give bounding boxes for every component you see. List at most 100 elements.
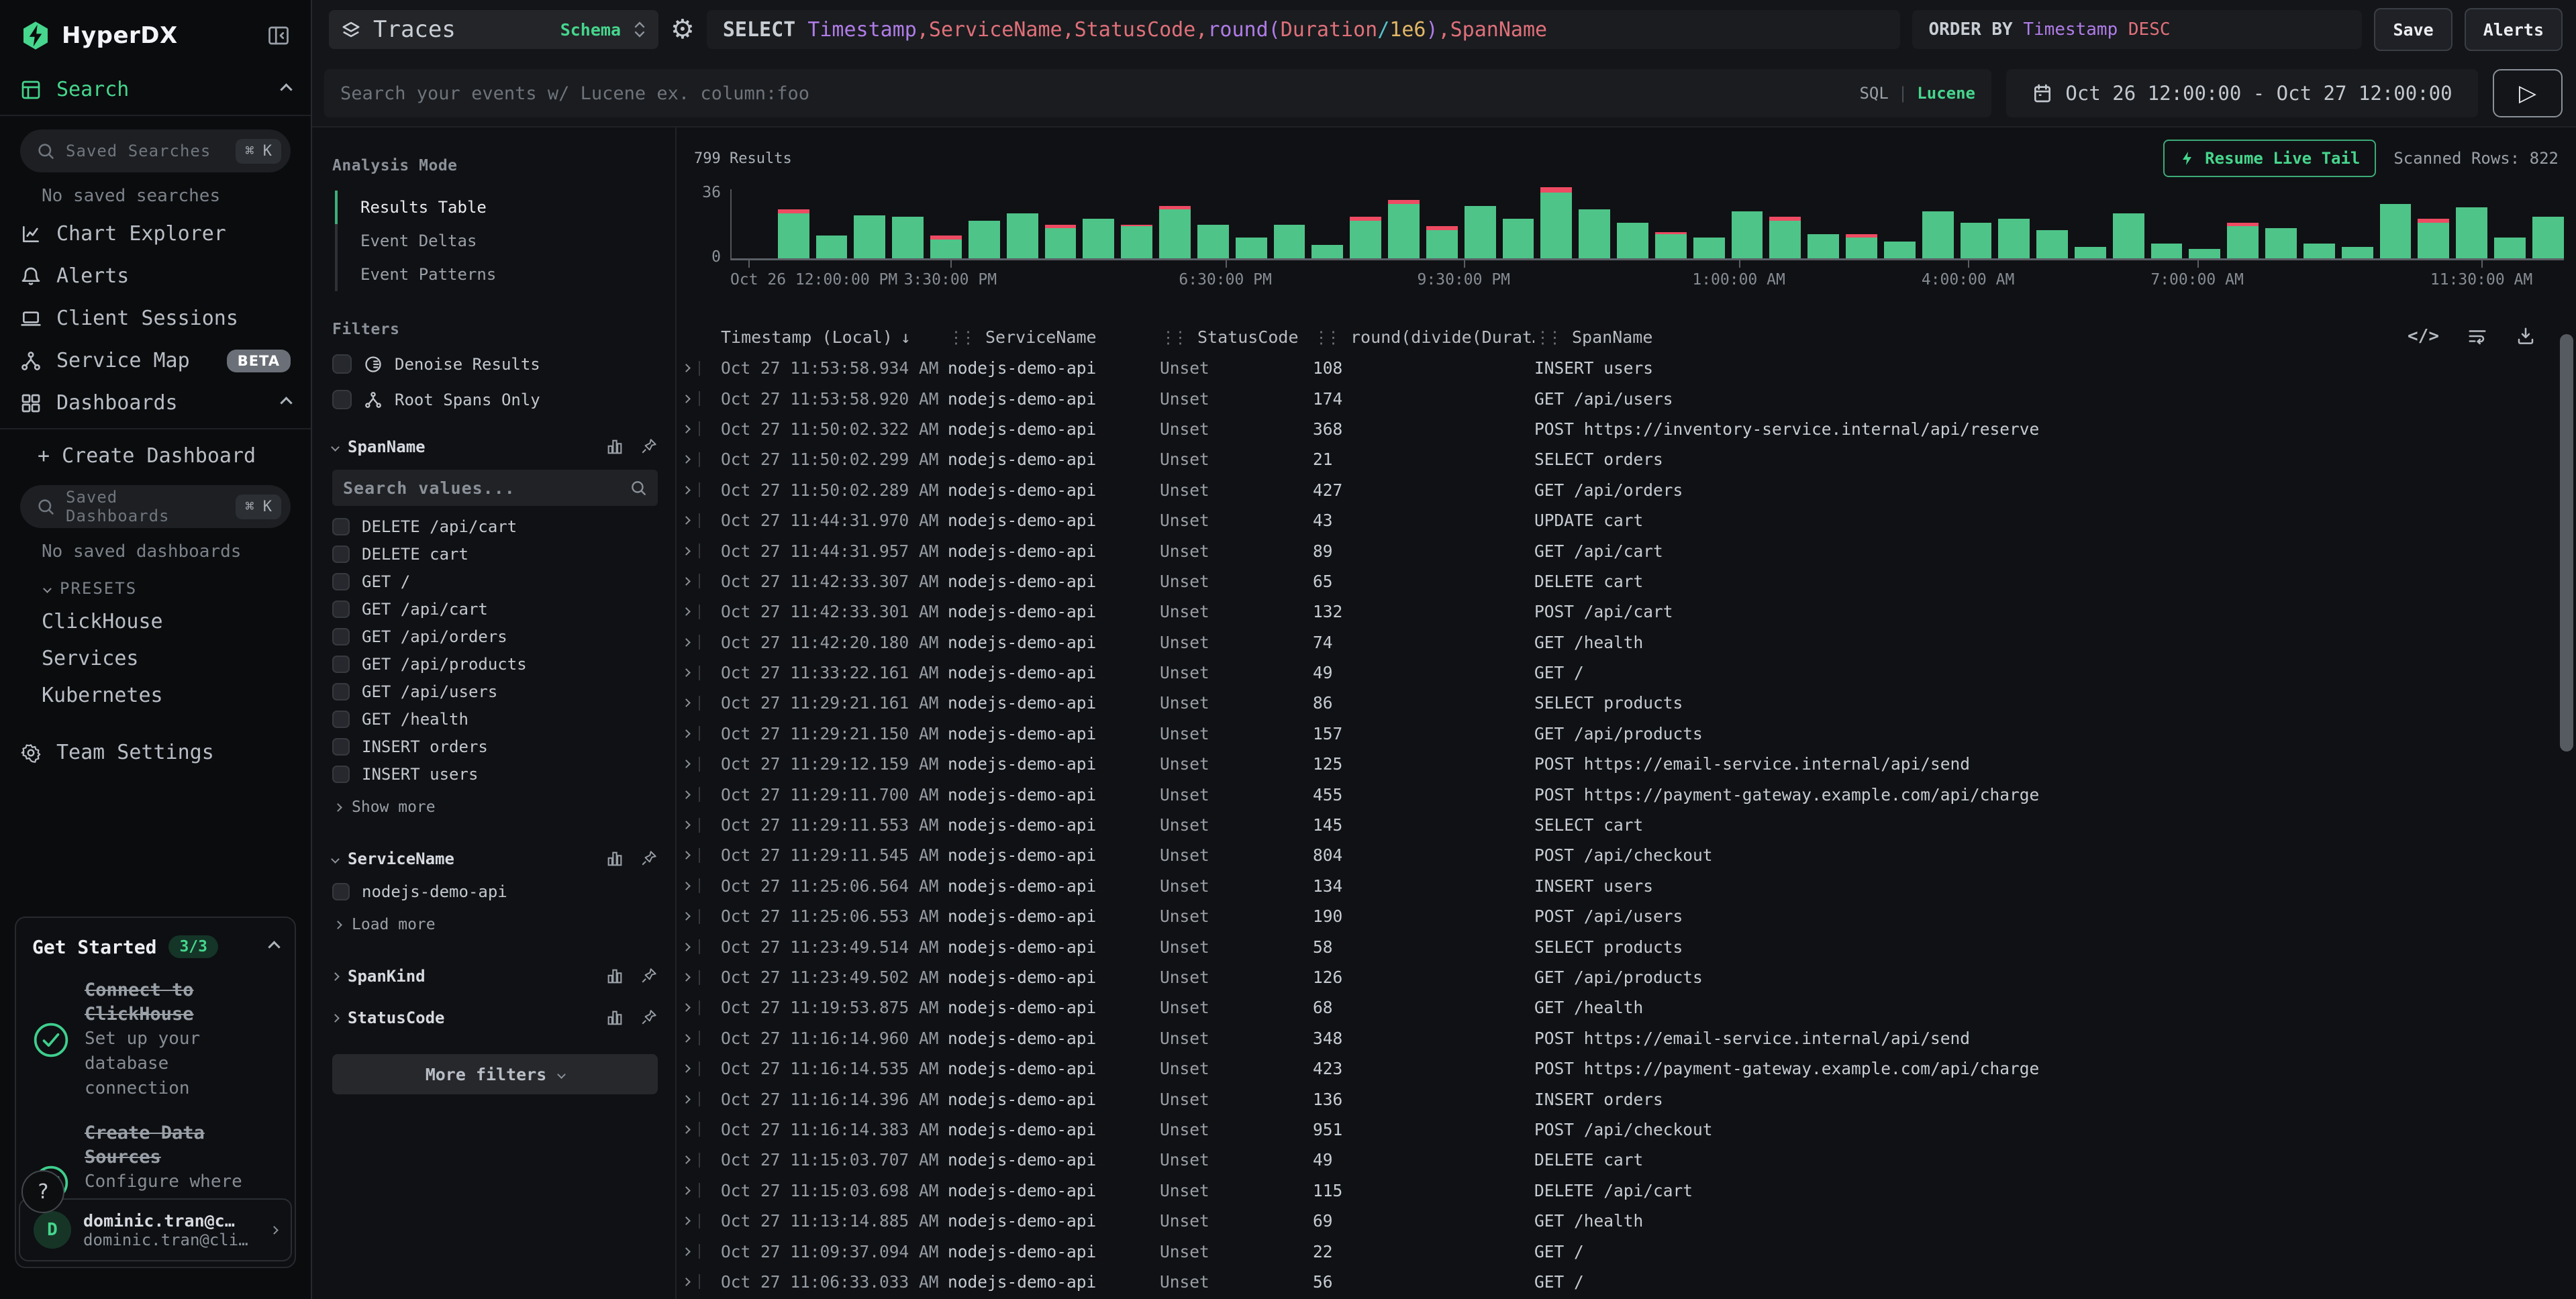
code-view-icon[interactable]: </>	[2408, 326, 2439, 346]
histogram-bar[interactable]	[2036, 230, 2068, 258]
pin-icon[interactable]	[640, 1008, 658, 1026]
histogram-bar[interactable]	[2494, 238, 2526, 258]
table-row[interactable]: Oct 27 11:42:33.301 AM nodejs-demo-api U…	[677, 596, 2576, 627]
histogram-bar[interactable]	[816, 236, 848, 258]
pin-icon[interactable]	[640, 849, 658, 867]
histogram-bar[interactable]	[1769, 217, 1801, 258]
histogram-bar[interactable]	[2151, 244, 2183, 258]
checkbox[interactable]	[332, 354, 352, 374]
table-row[interactable]: Oct 27 11:15:03.698 AM nodejs-demo-api U…	[677, 1176, 2576, 1206]
order-by-input[interactable]: ORDER BY Timestamp DESC	[1912, 10, 2362, 49]
saved-dashboards-input[interactable]: Saved Dashboards ⌘ K	[20, 485, 291, 528]
chevron-up-icon[interactable]	[280, 83, 292, 95]
checkbox[interactable]	[332, 545, 350, 563]
expand-row-icon[interactable]	[682, 729, 691, 738]
sidebar-item-team-settings[interactable]: Team Settings	[0, 731, 311, 774]
histogram-bar[interactable]	[1426, 226, 1458, 258]
expand-row-icon[interactable]	[682, 851, 691, 860]
expand-row-icon[interactable]	[682, 912, 691, 921]
wrap-text-icon[interactable]	[2467, 326, 2487, 346]
histogram-bar[interactable]	[2189, 249, 2220, 258]
user-profile[interactable]: D dominic.tran@c… dominic.tran@cli…	[19, 1198, 292, 1261]
table-row[interactable]: Oct 27 11:06:33.033 AM nodejs-demo-api U…	[677, 1267, 2576, 1297]
preset-clickhouse[interactable]: ClickHouse	[0, 603, 311, 640]
filter-group-servicename[interactable]: ServiceName	[332, 849, 658, 868]
histogram-bar[interactable]	[1655, 232, 1687, 258]
table-row[interactable]: Oct 27 11:15:03.707 AM nodejs-demo-api U…	[677, 1145, 2576, 1175]
filter-group-spanname[interactable]: SpanName	[332, 437, 658, 456]
table-row[interactable]: Oct 27 11:29:11.553 AM nodejs-demo-api U…	[677, 810, 2576, 840]
checkbox[interactable]	[332, 656, 350, 673]
filter-value-row[interactable]: INSERT orders	[332, 733, 658, 760]
table-row[interactable]: Oct 27 11:42:20.180 AM nodejs-demo-api U…	[677, 627, 2576, 658]
expand-row-icon[interactable]	[682, 455, 691, 464]
filter-value-row[interactable]: nodejs-demo-api	[332, 878, 658, 905]
source-settings-gear-icon[interactable]: ⚙	[671, 16, 695, 43]
table-row[interactable]: Oct 27 11:13:14.885 AM nodejs-demo-api U…	[677, 1206, 2576, 1236]
load-more-link[interactable]: Load more	[335, 911, 658, 939]
expand-row-icon[interactable]	[682, 486, 691, 495]
table-row[interactable]: Oct 27 11:23:49.502 AM nodejs-demo-api U…	[677, 962, 2576, 992]
drag-handle-icon[interactable]: ⋮⋮	[948, 327, 972, 347]
column-servicename[interactable]: ⋮⋮ServiceName	[948, 327, 1160, 347]
run-query-button[interactable]: ▷	[2493, 69, 2563, 117]
bar-chart-icon[interactable]	[605, 1008, 624, 1027]
filter-value-row[interactable]: INSERT users	[332, 760, 658, 788]
expand-row-icon[interactable]	[682, 699, 691, 708]
histogram-bar[interactable]	[1121, 225, 1152, 258]
table-row[interactable]: Oct 27 11:44:31.957 AM nodejs-demo-api U…	[677, 535, 2576, 566]
presets-header[interactable]: PRESETS	[0, 568, 311, 603]
analysis-mode-results-table[interactable]: Results Table	[335, 191, 658, 224]
histogram-bar[interactable]	[2227, 223, 2259, 258]
filter-value-row[interactable]: DELETE /api/cart	[332, 513, 658, 540]
chevron-up-icon[interactable]	[268, 941, 280, 953]
expand-row-icon[interactable]	[682, 547, 691, 556]
expand-row-icon[interactable]	[682, 821, 691, 829]
search-input[interactable]	[340, 83, 1846, 104]
table-row[interactable]: Oct 27 11:50:02.322 AM nodejs-demo-api U…	[677, 414, 2576, 444]
table-row[interactable]: Oct 27 11:16:14.383 AM nodejs-demo-api U…	[677, 1114, 2576, 1145]
pin-icon[interactable]	[640, 437, 658, 455]
checkbox[interactable]	[332, 883, 350, 900]
table-row[interactable]: Oct 27 11:16:14.396 AM nodejs-demo-api U…	[677, 1084, 2576, 1114]
histogram-bar[interactable]	[1846, 234, 1877, 258]
table-row[interactable]: Oct 27 11:50:02.299 AM nodejs-demo-api U…	[677, 444, 2576, 474]
checkbox[interactable]	[332, 766, 350, 783]
table-row[interactable]: Oct 27 11:25:06.564 AM nodejs-demo-api U…	[677, 871, 2576, 901]
expand-row-icon[interactable]	[682, 1034, 691, 1043]
denoise-results-toggle[interactable]: Denoise Results	[332, 354, 658, 374]
column-statuscode[interactable]: ⋮⋮StatusCode	[1160, 327, 1313, 347]
histogram-bar[interactable]	[1274, 225, 1305, 258]
sidebar-item-search[interactable]: Search	[0, 68, 311, 111]
histogram-bar[interactable]	[1007, 213, 1038, 258]
expand-row-icon[interactable]	[682, 882, 691, 890]
expand-row-icon[interactable]	[682, 790, 691, 799]
checkbox[interactable]	[332, 390, 352, 409]
checkbox[interactable]	[332, 518, 350, 535]
show-more-link[interactable]: Show more	[335, 793, 658, 821]
filter-group-statuscode[interactable]: StatusCode	[332, 1008, 658, 1027]
expand-row-icon[interactable]	[682, 577, 691, 586]
histogram-bar[interactable]	[1197, 225, 1229, 258]
scrollbar-thumb[interactable]	[2560, 334, 2573, 751]
table-row[interactable]: Oct 27 11:42:33.307 AM nodejs-demo-api U…	[677, 566, 2576, 596]
analysis-mode-event-patterns[interactable]: Event Patterns	[335, 258, 658, 291]
table-row[interactable]: Oct 27 11:09:37.094 AM nodejs-demo-api U…	[677, 1236, 2576, 1266]
table-row[interactable]: Oct 27 11:33:22.161 AM nodejs-demo-api U…	[677, 658, 2576, 688]
preset-kubernetes[interactable]: Kubernetes	[0, 677, 311, 714]
checkbox[interactable]	[332, 628, 350, 645]
histogram-bar[interactable]	[1540, 187, 1572, 258]
filter-value-row[interactable]: GET /api/orders	[332, 623, 658, 650]
histogram-bar[interactable]	[1961, 223, 1992, 258]
analysis-mode-event-deltas[interactable]: Event Deltas	[335, 224, 658, 258]
histogram-bar[interactable]	[2075, 247, 2106, 258]
histogram-bar[interactable]	[1311, 245, 1343, 258]
source-select[interactable]: Traces Schema	[329, 10, 658, 49]
histogram-bar[interactable]	[1388, 200, 1420, 258]
save-button[interactable]: Save	[2374, 8, 2452, 51]
expand-row-icon[interactable]	[682, 638, 691, 647]
create-dashboard-button[interactable]: + Create Dashboard	[0, 433, 311, 476]
table-row[interactable]: Oct 27 11:29:11.545 AM nodejs-demo-api U…	[677, 840, 2576, 870]
expand-row-icon[interactable]	[682, 607, 691, 616]
table-row[interactable]: Oct 27 11:19:53.875 AM nodejs-demo-api U…	[677, 992, 2576, 1023]
